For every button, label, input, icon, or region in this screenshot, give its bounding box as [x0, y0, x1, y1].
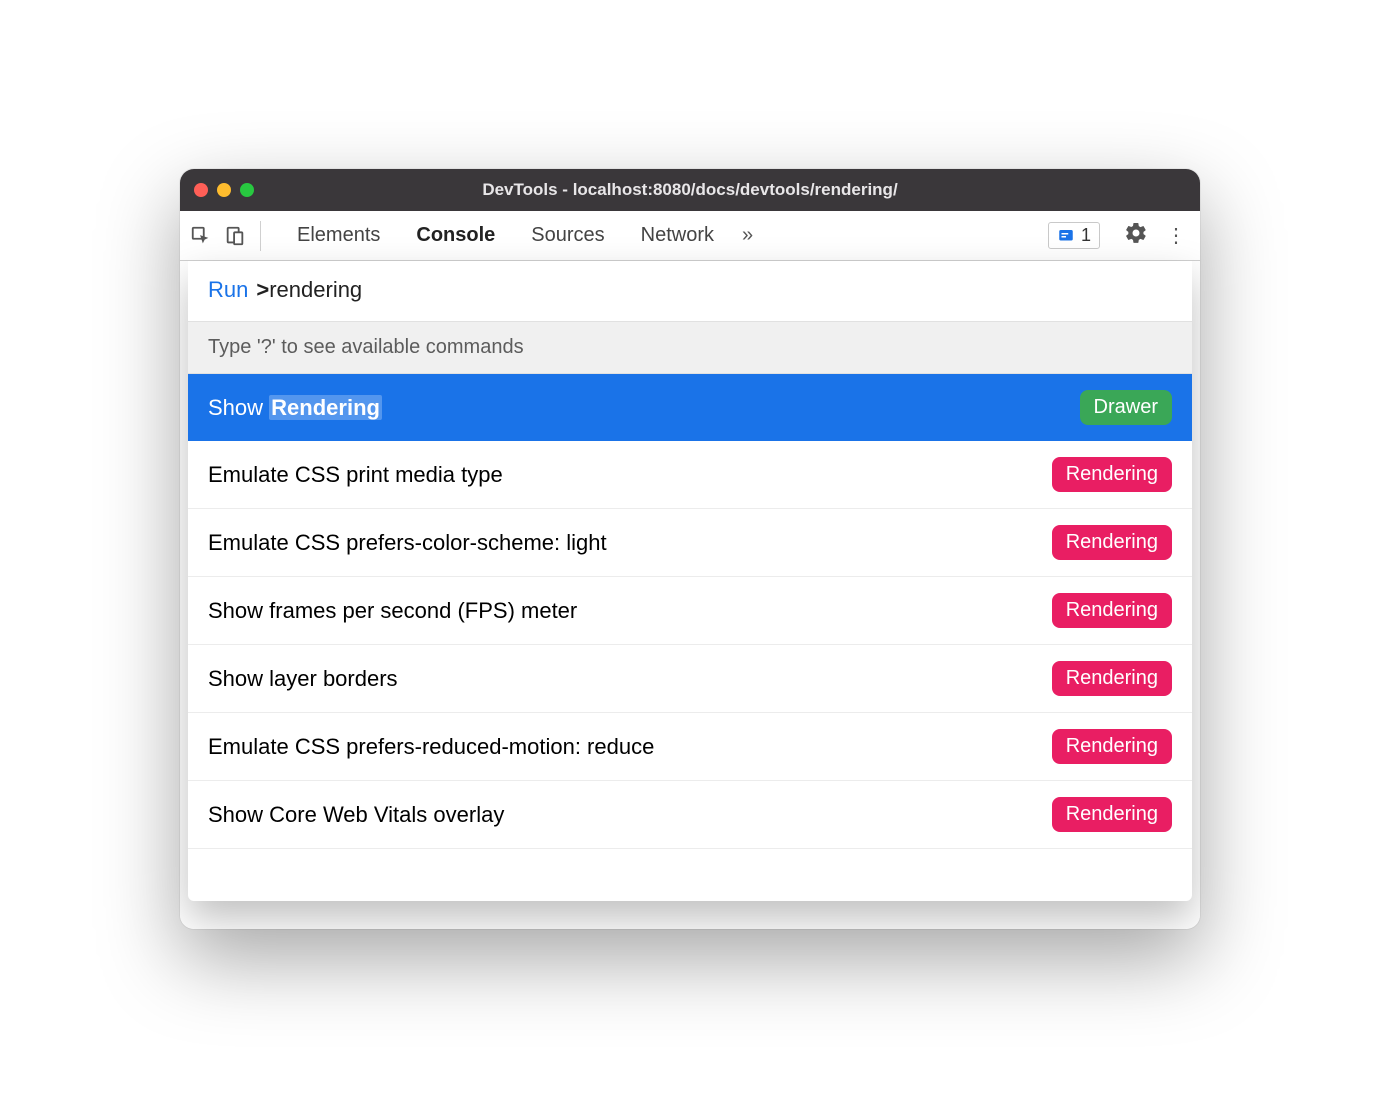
run-prefix-label: Run [208, 277, 248, 303]
settings-gear-icon[interactable] [1124, 221, 1148, 250]
issues-count: 1 [1081, 225, 1091, 246]
command-result-badge: Rendering [1052, 457, 1172, 492]
panel-tabs: Elements Console Sources Network » [279, 224, 1040, 247]
run-prefix-symbol: > [256, 277, 269, 303]
window-controls [194, 183, 254, 197]
command-result-item[interactable]: Emulate CSS prefers-reduced-motion: redu… [188, 713, 1192, 781]
close-window-button[interactable] [194, 183, 208, 197]
issues-icon [1057, 227, 1075, 245]
command-result-item[interactable]: Emulate CSS prefers-color-scheme: light R… [188, 509, 1192, 577]
tab-sources[interactable]: Sources [513, 224, 622, 247]
more-menu-icon[interactable]: ⋮ [1166, 223, 1186, 248]
command-result-badge: Rendering [1052, 661, 1172, 696]
command-hint: Type '?' to see available commands [188, 321, 1192, 374]
device-toggle-icon[interactable] [224, 225, 246, 247]
command-result-badge: Rendering [1052, 593, 1172, 628]
command-result-badge: Rendering [1052, 797, 1172, 832]
command-result-item[interactable]: Show Core Web Vitals overlay Rendering [188, 781, 1192, 849]
command-result-label: Show layer borders [208, 666, 398, 692]
devtools-toolbar: Elements Console Sources Network » 1 ⋮ [180, 211, 1200, 261]
tab-network[interactable]: Network [623, 224, 732, 247]
command-result-item[interactable]: Emulate CSS print media type Rendering [188, 441, 1192, 509]
command-input[interactable] [269, 277, 1172, 303]
command-result-label: Emulate CSS print media type [208, 462, 503, 488]
issues-badge[interactable]: 1 [1048, 222, 1100, 249]
minimize-window-button[interactable] [217, 183, 231, 197]
command-result-badge: Drawer [1080, 390, 1172, 425]
command-result-label: Emulate CSS prefers-color-scheme: light [208, 530, 607, 556]
more-tabs-icon[interactable]: » [732, 224, 763, 247]
command-result-label: Show Rendering [208, 395, 382, 421]
command-result-badge: Rendering [1052, 525, 1172, 560]
command-result-badge: Rendering [1052, 729, 1172, 764]
titlebar: DevTools - localhost:8080/docs/devtools/… [180, 169, 1200, 211]
tab-console[interactable]: Console [398, 224, 513, 247]
command-result-item[interactable]: Show layer borders Rendering [188, 645, 1192, 713]
command-result-label: Show Core Web Vitals overlay [208, 802, 504, 828]
devtools-window: DevTools - localhost:8080/docs/devtools/… [180, 169, 1200, 929]
toolbar-left-icons [190, 221, 261, 251]
command-menu-panel: Run > Type '?' to see available commands… [188, 261, 1192, 901]
command-input-row: Run > [188, 261, 1192, 321]
command-result-label: Emulate CSS prefers-reduced-motion: redu… [208, 734, 654, 760]
command-result-item[interactable]: Show Rendering Drawer [188, 374, 1192, 441]
command-result-label: Show frames per second (FPS) meter [208, 598, 577, 624]
command-menu-area: Run > Type '?' to see available commands… [180, 261, 1200, 929]
inspect-element-icon[interactable] [190, 225, 212, 247]
fullscreen-window-button[interactable] [240, 183, 254, 197]
command-result-item[interactable]: Show frames per second (FPS) meter Render… [188, 577, 1192, 645]
command-results-list: Show Rendering Drawer Emulate CSS print me… [188, 374, 1192, 884]
tab-elements[interactable]: Elements [279, 224, 398, 247]
window-title: DevTools - localhost:8080/docs/devtools/… [180, 180, 1200, 200]
